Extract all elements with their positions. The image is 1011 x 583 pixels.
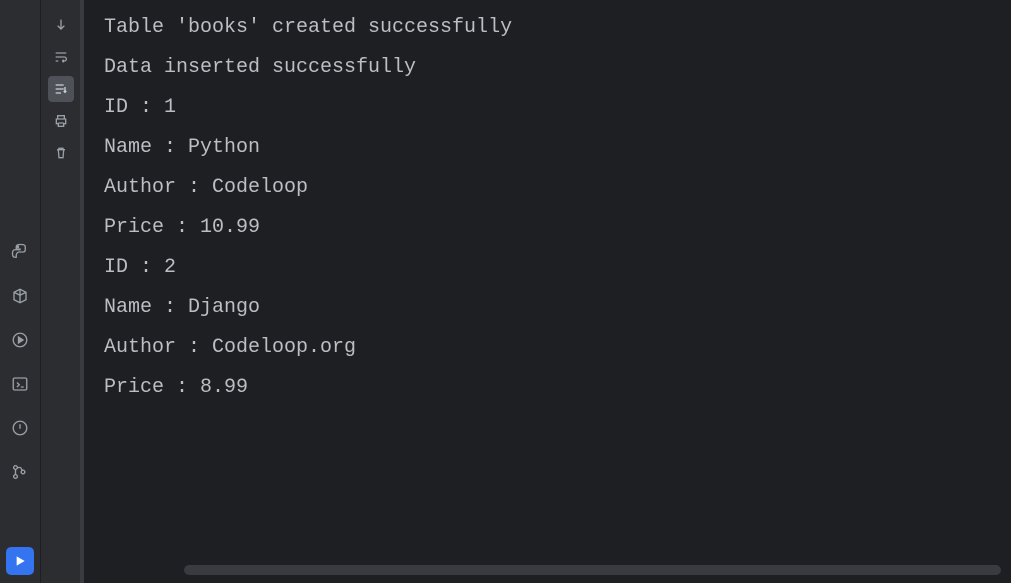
- output-toolbar: [40, 0, 80, 583]
- scroll-to-end-icon[interactable]: [48, 76, 74, 102]
- output-line: Name : Django: [104, 288, 1011, 328]
- output-line: Data inserted successfully: [104, 48, 1011, 88]
- down-arrow-icon[interactable]: [48, 12, 74, 38]
- python-console-icon[interactable]: [8, 240, 32, 264]
- output-line: Table 'books' created successfully: [104, 8, 1011, 48]
- run-icon[interactable]: [6, 547, 34, 575]
- output-line: Author : Codeloop.org: [104, 328, 1011, 368]
- services-icon[interactable]: [8, 328, 32, 352]
- tool-window-bar: [0, 0, 40, 583]
- output-line: Name : Python: [104, 128, 1011, 168]
- output-line: ID : 1: [104, 88, 1011, 128]
- git-icon[interactable]: [8, 460, 32, 484]
- output-line: ID : 2: [104, 248, 1011, 288]
- output-line: Author : Codeloop: [104, 168, 1011, 208]
- console-output[interactable]: Table 'books' created successfully Data …: [84, 0, 1011, 583]
- problems-icon[interactable]: [8, 416, 32, 440]
- horizontal-scrollbar[interactable]: [184, 565, 1001, 575]
- output-panel: Table 'books' created successfully Data …: [80, 0, 1011, 583]
- soft-wrap-icon[interactable]: [48, 44, 74, 70]
- output-line: Price : 10.99: [104, 208, 1011, 248]
- print-icon[interactable]: [48, 108, 74, 134]
- terminal-icon[interactable]: [8, 372, 32, 396]
- python-packages-icon[interactable]: [8, 284, 32, 308]
- trash-icon[interactable]: [48, 140, 74, 166]
- output-line: Price : 8.99: [104, 368, 1011, 408]
